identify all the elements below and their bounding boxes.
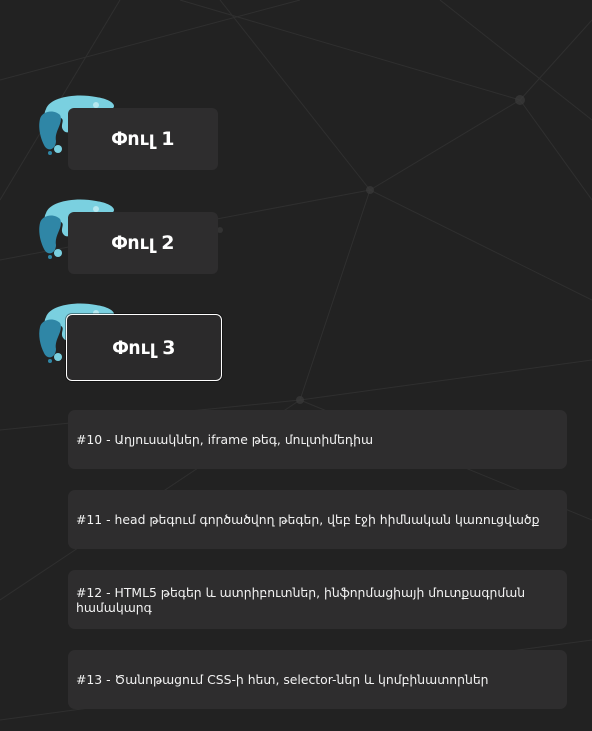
phase-item-3: Փուլ 3 — [38, 303, 228, 383]
lesson-item-13[interactable]: #13 - Ծանոթացում CSS-ի հետ, selector-ներ… — [68, 650, 567, 709]
lesson-title: #13 - Ծանոթացում CSS-ի հետ, selector-ներ… — [76, 672, 489, 687]
lesson-title: #12 - HTML5 թեգեր և ատրիբուտներ, ինֆորմա… — [76, 584, 526, 615]
phase-button-2[interactable]: Փուլ 2 — [68, 212, 218, 274]
lesson-item-11[interactable]: #11 - head թեգում գործածվող թեգեր, վեբ է… — [68, 490, 567, 549]
lesson-item-12[interactable]: #12 - HTML5 թեգեր և ատրիբուտներ, ինֆորմա… — [68, 570, 567, 629]
phase-item-1: Փուլ 1 — [38, 95, 228, 175]
phase-button-1[interactable]: Փուլ 1 — [68, 108, 218, 170]
lesson-title: #10 - Աղյուսակներ, iframe թեգ, մուլտիմեդ… — [76, 432, 374, 447]
phase-button-3[interactable]: Փուլ 3 — [66, 314, 222, 381]
phase-item-2: Փուլ 2 — [38, 199, 228, 279]
lesson-item-10[interactable]: #10 - Աղյուսակներ, iframe թեգ, մուլտիմեդ… — [68, 410, 567, 469]
lesson-title: #11 - head թեգում գործածվող թեգեր, վեբ է… — [76, 512, 540, 527]
